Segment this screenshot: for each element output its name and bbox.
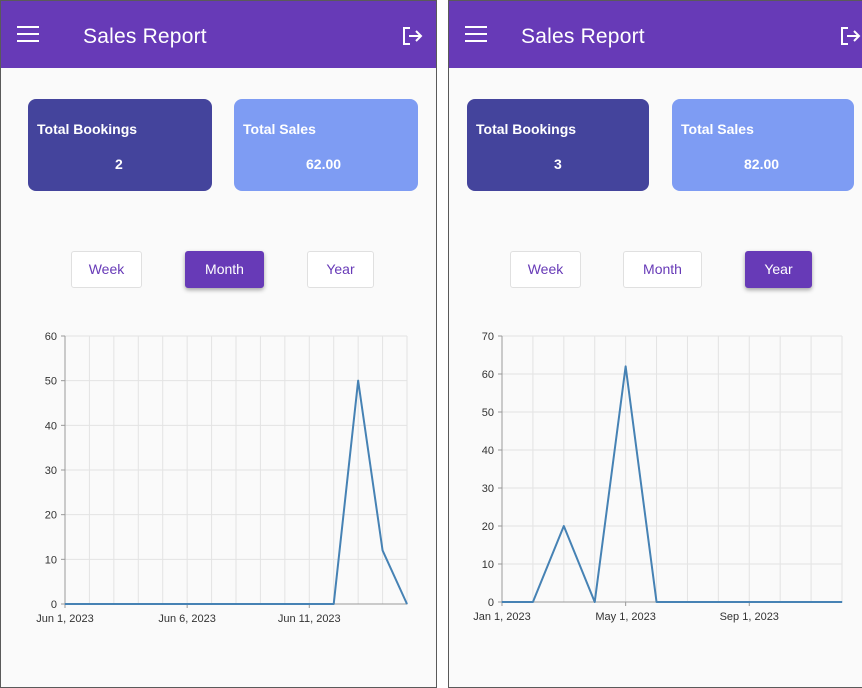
hamburger-menu-icon[interactable] — [17, 21, 39, 45]
data-point — [594, 601, 596, 603]
total-bookings-label: Total Bookings — [476, 121, 577, 137]
phone-screen-year: Sales Report Total Bookings 3 Total Sale… — [448, 0, 862, 688]
y-tick-label: 0 — [51, 599, 57, 611]
y-tick-label: 40 — [482, 445, 494, 457]
total-sales-value: 82.00 — [744, 156, 780, 172]
y-tick-label: 10 — [482, 559, 494, 571]
x-tick-label: Jun 11, 2023 — [278, 613, 341, 625]
page-title: Sales Report — [521, 25, 645, 48]
month-button[interactable]: Month — [185, 251, 264, 288]
y-tick-label: 60 — [482, 369, 494, 381]
data-point — [779, 601, 781, 603]
total-bookings-card: Total Bookings 2 — [28, 99, 212, 191]
y-tick-label: 30 — [45, 465, 57, 477]
year-button[interactable]: Year — [307, 251, 374, 288]
data-point — [563, 525, 565, 527]
logout-icon[interactable] — [840, 27, 862, 45]
data-point — [810, 601, 812, 603]
data-point — [532, 601, 534, 603]
page-title: Sales Report — [83, 25, 207, 48]
total-sales-value: 62.00 — [306, 156, 342, 172]
y-tick-label: 60 — [45, 331, 57, 343]
y-tick-label: 0 — [488, 597, 494, 609]
y-tick-label: 20 — [482, 521, 494, 533]
y-tick-label: 70 — [482, 331, 494, 343]
app-bar: Sales Report — [1, 1, 436, 68]
x-tick-label: Jun 6, 2023 — [158, 613, 216, 625]
data-point — [333, 603, 335, 605]
data-point — [501, 601, 503, 603]
total-bookings-value: 3 — [554, 156, 562, 172]
data-point — [64, 603, 66, 605]
sales-line-chart: 0 10 20 30 40 50 60 70 Jan 1, 2023 May 1, 2023 Sep… — [473, 331, 843, 623]
year-button[interactable]: Year — [745, 251, 812, 288]
total-bookings-value: 2 — [115, 156, 123, 172]
hamburger-menu-icon[interactable] — [465, 21, 487, 45]
data-point — [656, 601, 658, 603]
data-point — [686, 601, 688, 603]
y-tick-label: 20 — [45, 510, 57, 522]
x-tick-label: Jan 1, 2023 — [473, 611, 531, 623]
data-point — [406, 603, 408, 605]
y-tick-label: 40 — [45, 420, 57, 432]
data-point — [717, 601, 719, 603]
data-point — [748, 601, 750, 603]
total-sales-label: Total Sales — [243, 121, 316, 137]
total-bookings-label: Total Bookings — [37, 121, 138, 137]
phone-screen-month: Sales Report Total Bookings 2 Total Sale… — [0, 0, 437, 688]
total-sales-label: Total Sales — [681, 121, 754, 137]
y-tick-label: 50 — [45, 376, 57, 388]
logout-icon[interactable] — [402, 27, 424, 45]
data-point — [841, 601, 843, 603]
data-point — [382, 549, 384, 551]
total-bookings-card: Total Bookings 3 — [467, 99, 649, 191]
week-button[interactable]: Week — [71, 251, 142, 288]
data-point — [625, 365, 627, 367]
month-button[interactable]: Month — [623, 251, 702, 288]
total-sales-card: Total Sales 62.00 — [234, 99, 418, 191]
x-tick-label: Jun 1, 2023 — [36, 613, 94, 625]
data-point — [357, 380, 359, 382]
week-button[interactable]: Week — [510, 251, 581, 288]
sales-line-chart: 0 10 20 30 40 50 60 Jun 1, 2023 Jun 6, 2023 Jun 1… — [36, 331, 408, 625]
total-sales-card: Total Sales 82.00 — [672, 99, 854, 191]
y-tick-label: 10 — [45, 554, 57, 566]
y-tick-label: 50 — [482, 407, 494, 419]
y-tick-label: 30 — [482, 483, 494, 495]
sales-series-line — [502, 365, 842, 603]
x-tick-label: Sep 1, 2023 — [720, 611, 779, 623]
x-tick-label: May 1, 2023 — [595, 611, 656, 623]
app-bar: Sales Report — [449, 1, 862, 68]
